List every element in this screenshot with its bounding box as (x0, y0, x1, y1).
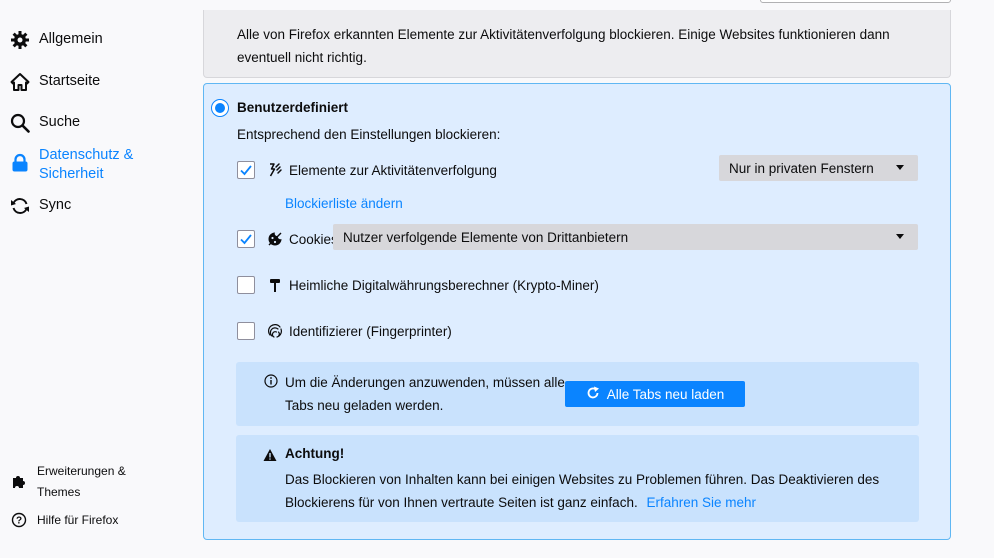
sidebar-item-label: Sync (39, 197, 72, 213)
fingerprinters-label: Identifizierer (Fingerprinter) (289, 323, 452, 339)
sidebar-item-label: Hilfe für Firefox (37, 513, 119, 527)
learn-more-link[interactable]: Erfahren Sie mehr (646, 495, 756, 510)
trackers-scope-value: Nur in privaten Fenstern (729, 160, 874, 176)
warning-title: Achtung! (285, 446, 345, 461)
chevron-down-icon (896, 165, 904, 170)
trackers-checkbox[interactable] (237, 161, 255, 179)
puzzle-icon (10, 472, 28, 490)
warning-box: Achtung! Das Blockieren von Inhalten kan… (236, 435, 919, 522)
fingerprinters-checkbox[interactable] (237, 322, 255, 340)
strict-description: Alle von Firefox erkannten Elemente zur … (237, 27, 890, 65)
reload-all-tabs-button[interactable]: Alle Tabs neu laden (565, 381, 745, 407)
sidebar-item-label-line: Sicherheit (39, 166, 104, 182)
sidebar-item-extensions[interactable]: Erweiterungen & Themes (10, 461, 126, 503)
custom-option-box: Benutzerdefiniert Entsprechend den Einst… (203, 83, 951, 540)
custom-title: Benutzerdefiniert (237, 100, 349, 115)
sidebar-item-label: Suche (39, 114, 81, 130)
reload-icon (586, 386, 600, 403)
fingerprint-icon (267, 323, 283, 339)
svg-text:?: ? (16, 516, 22, 527)
cookies-select-value: Nutzer verfolgende Elemente von Drittanb… (343, 229, 629, 245)
cryptominers-row: Heimliche Digitalwährungsberechner (Kryp… (237, 275, 599, 295)
reload-info-box: Um die Änderungen anzuwenden, müssen all… (236, 362, 919, 426)
info-icon (264, 374, 278, 388)
sidebar-item-label-line: Datenschutz & (39, 147, 134, 163)
chevron-down-icon (896, 234, 904, 239)
sidebar: Allgemein Startseite Suche Datenschutz &… (0, 0, 190, 558)
tracker-icon (267, 162, 283, 178)
fingerprinters-row: Identifizierer (Fingerprinter) (237, 321, 452, 341)
warning-body: Das Blockieren von Inhalten kann bei ein… (285, 472, 880, 510)
reload-button-label: Alle Tabs neu laden (606, 386, 725, 402)
trackers-scope-select[interactable]: Nur in privaten Fenstern (719, 155, 918, 181)
gear-icon (10, 30, 30, 50)
sidebar-item-home[interactable]: Startseite (10, 72, 100, 92)
hammer-icon (267, 277, 283, 293)
warning-icon (263, 448, 277, 462)
sidebar-item-sync[interactable]: Sync (10, 196, 71, 216)
cookie-icon (267, 231, 283, 247)
sync-icon (10, 196, 30, 216)
warning-text: Das Blockieren von Inhalten kann bei ein… (285, 468, 905, 514)
sidebar-item-label: Erweiterungen & Themes (37, 461, 126, 503)
search-icon (10, 113, 30, 133)
custom-radio[interactable] (211, 99, 229, 117)
home-icon (10, 72, 30, 92)
cryptominers-checkbox[interactable] (237, 276, 255, 294)
sidebar-item-privacy[interactable]: Datenschutz & Sicherheit (10, 146, 133, 184)
strict-option-box[interactable]: Alle von Firefox erkannten Elemente zur … (203, 10, 951, 78)
sidebar-item-label-line: Erweiterungen & (37, 464, 126, 478)
sidebar-item-label: Allgemein (39, 31, 103, 47)
search-input[interactable] (760, 0, 951, 3)
sidebar-item-label-line: Themes (37, 485, 81, 499)
cryptominers-label: Heimliche Digitalwährungsberechner (Kryp… (289, 277, 599, 293)
change-blocklist-link[interactable]: Blockierliste ändern (285, 196, 403, 211)
cookies-select[interactable]: Nutzer verfolgende Elemente von Drittanb… (333, 224, 918, 250)
sidebar-item-help[interactable]: ? Hilfe für Firefox (10, 510, 118, 531)
custom-description: Entsprechend den Einstellungen blockiere… (237, 127, 501, 142)
trackers-row: Elemente zur Aktivitätenverfolgung (237, 160, 497, 180)
trackers-label: Elemente zur Aktivitätenverfolgung (289, 162, 497, 178)
sidebar-item-general[interactable]: Allgemein (10, 30, 103, 50)
sidebar-item-search[interactable]: Suche (10, 113, 80, 133)
sidebar-item-label: Startseite (39, 73, 101, 89)
help-icon: ? (10, 511, 28, 529)
cookies-row: Cookies (237, 229, 338, 249)
lock-icon (10, 153, 30, 173)
cookies-checkbox[interactable] (237, 230, 255, 248)
reload-info-text: Um die Änderungen anzuwenden, müssen all… (285, 375, 565, 413)
sidebar-item-label: Datenschutz & Sicherheit (39, 146, 133, 184)
cookies-label: Cookies (289, 231, 338, 247)
